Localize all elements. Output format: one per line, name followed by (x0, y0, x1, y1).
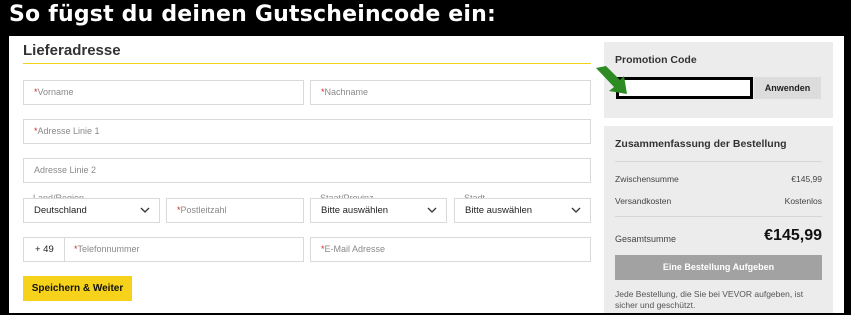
shipping-cost-label: Versandkosten (615, 196, 672, 206)
order-summary-panel: Zusammenfassung der Bestellung Zwischens… (604, 126, 833, 313)
state-select[interactable]: Bitte auswählen (310, 198, 447, 223)
first-name-placeholder: *Vorname (34, 87, 74, 97)
shipping-heading: Lieferadresse (23, 42, 121, 59)
total-value: €145,99 (764, 227, 822, 244)
phone-placeholder: *Telefonnummer (74, 244, 140, 254)
address-line-2-field[interactable]: Adresse Linie 2 (23, 158, 591, 183)
address-line-1-field[interactable]: *Adresse Linie 1 (23, 119, 591, 144)
promo-code-input[interactable] (616, 77, 753, 99)
subtotal-value: €145,99 (791, 174, 822, 184)
checkout-screenshot: Lieferadresse *Vorname *Nachname *Adress… (9, 36, 844, 313)
heading-divider (23, 63, 591, 64)
email-field[interactable]: *E-Mail Adresse (310, 237, 591, 262)
shipping-cost-row: Versandkosten Kostenlos (615, 196, 822, 206)
instruction-banner: So fügst du deinen Gutscheincode ein: (0, 0, 851, 36)
chevron-down-icon (426, 204, 438, 216)
city-value: Bitte auswählen (465, 205, 533, 216)
postcode-placeholder: *Postleitzahl (177, 205, 227, 215)
country-value: Deutschland (34, 205, 87, 216)
summary-divider (615, 161, 822, 162)
country-select[interactable]: Deutschland (23, 198, 160, 223)
chevron-down-icon (570, 204, 582, 216)
banner-title: So fügst du deinen Gutscheincode ein: (9, 2, 497, 27)
address-line-1-placeholder: *Adresse Linie 1 (34, 126, 100, 136)
city-select[interactable]: Bitte auswählen (454, 198, 591, 223)
arrow-icon (596, 66, 627, 94)
summary-divider (615, 216, 822, 217)
last-name-field[interactable]: *Nachname (310, 80, 591, 105)
save-continue-button[interactable]: Speichern & Weiter (23, 276, 132, 301)
phone-code-value: + 49 (35, 244, 54, 255)
apply-button[interactable]: Anwenden (754, 77, 821, 99)
shipping-cost-value: Kostenlos (784, 196, 822, 206)
phone-field[interactable]: + 49 *Telefonnummer (23, 237, 304, 262)
chevron-down-icon (139, 204, 151, 216)
last-name-placeholder: *Nachname (321, 87, 369, 97)
first-name-field[interactable]: *Vorname (23, 80, 304, 105)
place-order-button[interactable]: Eine Bestellung Aufgeben (615, 255, 822, 280)
postcode-field[interactable]: *Postleitzahl (166, 198, 304, 223)
address-line-2-placeholder: Adresse Linie 2 (34, 165, 97, 175)
security-note: Jede Bestellung, die Sie bei VEVOR aufge… (615, 289, 804, 310)
subtotal-row: Zwischensumme €145,99 (615, 174, 822, 184)
email-placeholder: *E-Mail Adresse (321, 244, 386, 254)
promo-code-panel: Promotion Code Anwenden (604, 42, 833, 118)
state-value: Bitte auswählen (321, 205, 389, 216)
total-label: Gesamtsumme (615, 234, 677, 244)
subtotal-label: Zwischensumme (615, 174, 679, 184)
summary-title: Zusammenfassung der Bestellung (615, 138, 787, 150)
phone-country-code[interactable]: + 49 (24, 238, 65, 261)
